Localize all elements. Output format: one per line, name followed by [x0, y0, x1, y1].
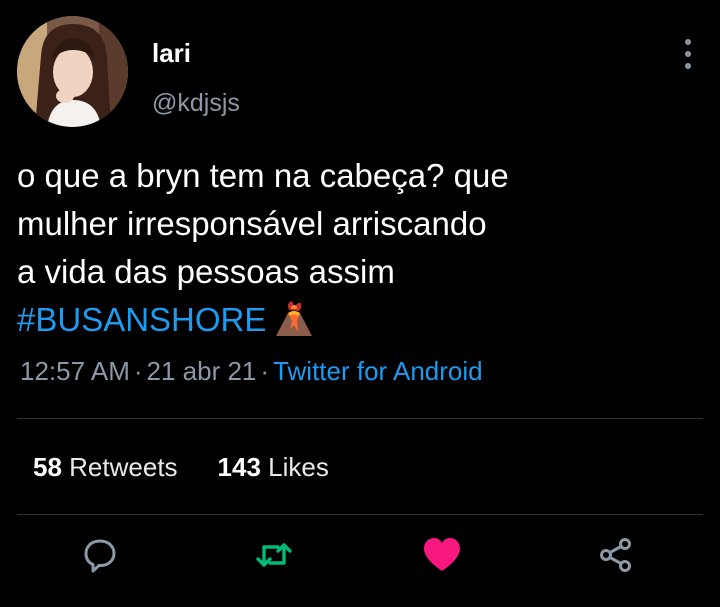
meta-separator: · [260, 356, 270, 386]
profile-photo [17, 16, 128, 127]
avatar[interactable] [17, 16, 128, 127]
divider [17, 418, 703, 419]
likes-label: Likes [268, 452, 329, 482]
retweets-stat[interactable]: 58 Retweets [33, 452, 178, 482]
tweet-source-link[interactable]: Twitter for Android [273, 356, 483, 386]
reply-button[interactable] [80, 535, 120, 575]
meta-separator: · [133, 356, 143, 386]
reply-icon [84, 539, 116, 573]
divider [17, 514, 703, 515]
user-handle[interactable]: @kdjsjs [152, 88, 240, 118]
tweet-text-line: mulher irresponsável arriscando [17, 205, 487, 242]
tweet-time: 12:57 AM [20, 356, 130, 386]
share-button[interactable] [596, 535, 636, 575]
tweet-stats: 58 Retweets 143 Likes [33, 450, 329, 484]
tweet-text-line: o que a bryn tem na cabeça? que [17, 157, 509, 194]
share-icon [600, 538, 631, 572]
volcano-emoji [274, 299, 314, 350]
tweet-date: 21 abr 21 [146, 356, 257, 386]
retweet-icon [256, 543, 292, 567]
tweet-text-line: a vida das pessoas assim [17, 253, 395, 290]
likes-count: 143 [217, 452, 261, 482]
retweets-label: Retweets [69, 452, 178, 482]
hashtag-link[interactable]: #BUSANSHORE [17, 301, 266, 338]
tweet-meta: 12:57 AM · 21 abr 21 · Twitter for Android [20, 354, 483, 388]
likes-stat[interactable]: 143 Likes [218, 452, 329, 482]
like-button[interactable] [422, 535, 462, 575]
display-name[interactable]: lari [152, 38, 191, 68]
vertical-ellipsis-icon[interactable] [676, 36, 700, 72]
retweet-button[interactable] [254, 535, 294, 575]
heart-icon [424, 538, 460, 571]
retweets-count: 58 [33, 452, 62, 482]
tweet-text: o que a bryn tem na cabeça? que mulher i… [17, 152, 697, 350]
hashtag-line: #BUSANSHORE [17, 296, 697, 350]
